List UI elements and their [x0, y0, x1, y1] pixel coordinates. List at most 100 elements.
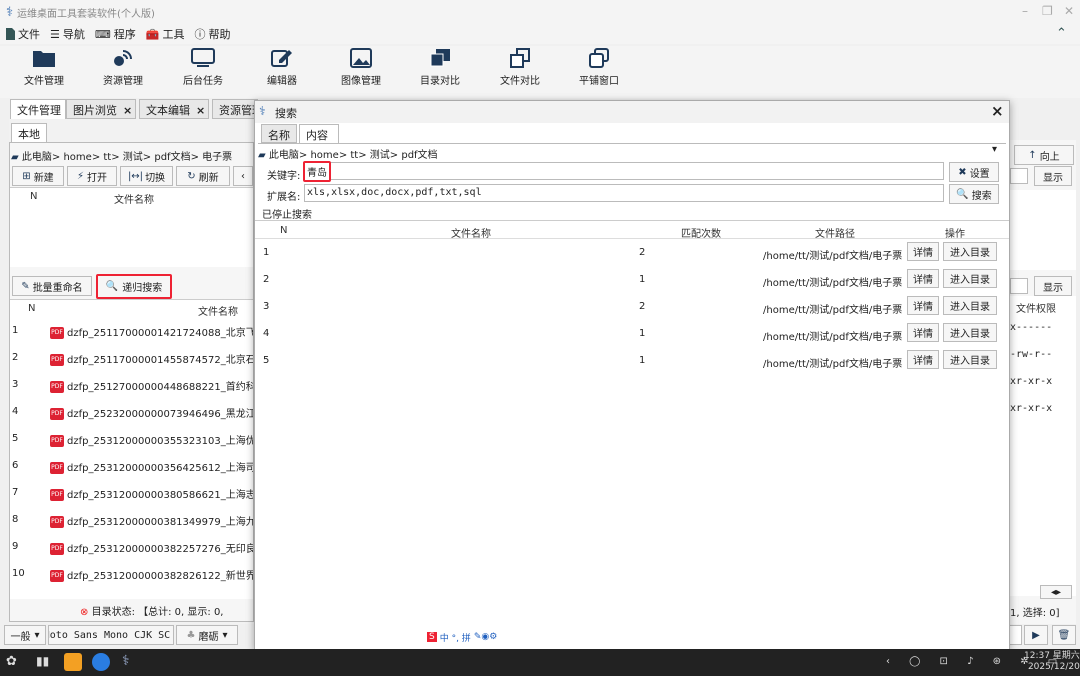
- toolbar-background-tasks[interactable]: 后台任务: [168, 48, 238, 87]
- collapse-up-icon[interactable]: ⌃: [1056, 26, 1067, 41]
- multitask-icon[interactable]: ▮▮: [36, 654, 49, 668]
- trash-button[interactable]: 🗑: [1052, 625, 1076, 645]
- tab-close-icon[interactable]: ×: [196, 104, 205, 117]
- clock-time: 12:37 星期六: [1024, 651, 1080, 661]
- toolbar-editor[interactable]: 编辑器: [247, 48, 317, 87]
- tab-local[interactable]: 本地: [11, 123, 47, 142]
- toolbar-dir-compare[interactable]: 目录对比: [405, 48, 475, 87]
- show-button-2[interactable]: 显示: [1034, 276, 1072, 296]
- batch-rename-button[interactable]: ✎ 批量重命名: [12, 276, 92, 296]
- toolbar-image-manager[interactable]: 图像管理: [326, 48, 396, 87]
- menu-program[interactable]: ⌨ 程序: [95, 26, 136, 42]
- keyword-input[interactable]: 青岛: [303, 161, 944, 182]
- result-row[interactable]: 3PDFdzfp_25922000000074053394_青岛沐唐餐饮有限公司…: [255, 293, 1009, 320]
- path-input[interactable]: [1010, 168, 1028, 184]
- result-row[interactable]: 5PDFdzfp_25922000000070160894_青岛海悦东林物业管理…: [255, 347, 1009, 374]
- result-row[interactable]: 1PDFdzfp_25922000000074091998_青岛沐唐餐饮有限公司…: [255, 239, 1009, 266]
- permission-cell: x------: [1010, 322, 1053, 333]
- file-table: N 文件名称 1 PDFdzfp_25117000001421724088_北京飞…: [10, 299, 253, 599]
- launcher-icon[interactable]: ✿: [6, 654, 17, 669]
- detail-button[interactable]: 详情: [907, 269, 939, 288]
- enter-dir-button[interactable]: 进入目录: [943, 242, 997, 261]
- chevron-left-icon: ‹: [241, 170, 245, 182]
- result-row[interactable]: 4PDFdzfp_25927000000182087000_青岛肯德基有限公司_…: [255, 320, 1009, 347]
- toolbar-resource-manager[interactable]: 资源管理: [88, 48, 158, 87]
- table-row[interactable]: 5 PDFdzfp_25312000000355323103_上海优斐斯: [10, 425, 253, 452]
- switch-button[interactable]: |↔| 切换: [120, 166, 173, 186]
- ext-label: 扩展名:: [267, 192, 301, 203]
- result-row[interactable]: 2PDFdzfp_25924000000003985826_青岛市四方区小红叶快…: [255, 266, 1009, 293]
- ext-input[interactable]: xls,xlsx,doc,docx,pdf,txt,sql: [304, 184, 944, 202]
- table-row[interactable]: 4 PDFdzfp_25232000000073946496_黑龙江本初: [10, 398, 253, 425]
- clock-date: 2025/12/20: [1027, 662, 1080, 672]
- tab-image-browse[interactable]: 图片浏览 ×: [66, 99, 136, 119]
- dialog-title: 搜索: [275, 107, 297, 120]
- clock[interactable]: 12:37 星期六 2025/12/20: [1024, 651, 1080, 673]
- breadcrumb[interactable]: ▰ 此电脑> home> tt> 测试> pdf文档> 电子票: [11, 148, 232, 163]
- table-row[interactable]: 3 PDFdzfp_25127000000448688221_首约科技集: [10, 371, 253, 398]
- results-table: N 文件名称 匹配次数 文件路径 操作 1PDFdzfp_25922000000…: [255, 220, 1009, 640]
- new-button[interactable]: ⊞ 新建: [12, 166, 64, 186]
- table-row[interactable]: 2 PDFdzfp_25117000001455874572_北京石头世: [10, 344, 253, 371]
- enter-dir-button[interactable]: 进入目录: [943, 323, 997, 342]
- font-select[interactable]: Noto Sans Mono CJK SC▾: [48, 625, 174, 645]
- app-logo-icon[interactable]: ⚕: [122, 653, 130, 669]
- toolbar-file-manager[interactable]: 文件管理: [9, 48, 79, 87]
- restore-icon[interactable]: ❐: [1042, 4, 1053, 18]
- dir-status: ⊗ 目录状态: 【总计: 0, 显示: 0,: [80, 607, 224, 618]
- toolbar-file-compare[interactable]: 文件对比: [485, 48, 555, 87]
- table-row[interactable]: 1 PDFdzfp_25117000001421724088_北京飞翊智: [10, 317, 253, 344]
- recursive-search-button[interactable]: 🔍 递归搜索: [96, 274, 172, 299]
- up-button[interactable]: ↑ 向上: [1014, 145, 1074, 165]
- theme-select[interactable]: ♣ 磨砺 ▾: [176, 625, 238, 645]
- table-row[interactable]: 9 PDFdzfp_25312000000382257276_无印良品（: [10, 533, 253, 560]
- settings-button[interactable]: ✖ 设置: [949, 162, 999, 182]
- pdf-icon: PDF: [50, 543, 64, 555]
- tab-search-content[interactable]: 内容: [299, 124, 339, 143]
- search-button[interactable]: 🔍 搜索: [949, 184, 999, 204]
- toolbar-tile-windows[interactable]: 平铺窗口: [564, 48, 634, 87]
- dialog-close-icon[interactable]: ×: [991, 102, 1004, 120]
- table-row[interactable]: 7 PDFdzfp_25312000000380586621_上海志敏餐: [10, 479, 253, 506]
- minimize-icon[interactable]: –: [1022, 4, 1028, 18]
- pdf-icon: PDF: [50, 489, 64, 501]
- table-row[interactable]: 6 PDFdzfp_25312000000356425612_上海司快物: [10, 452, 253, 479]
- open-button[interactable]: ⚡ 打开: [67, 166, 117, 186]
- path-input-2[interactable]: [1010, 278, 1028, 294]
- scroll-arrows[interactable]: ◂ ▸: [1040, 585, 1072, 599]
- tab-close-icon[interactable]: ×: [123, 104, 132, 117]
- tab-file-manager[interactable]: 文件管理: [10, 99, 66, 119]
- top-file-list[interactable]: N 文件名称: [10, 187, 253, 267]
- theme-icon: ♣: [186, 629, 196, 641]
- tab-text-edit[interactable]: 文本编辑 ×: [139, 99, 209, 119]
- ime-bar[interactable]: S 中 °, 拼 ✎◉⚙: [427, 629, 531, 645]
- refresh-button[interactable]: ↻ 刷新: [176, 166, 230, 186]
- enter-dir-button[interactable]: 进入目录: [943, 296, 997, 315]
- table-row[interactable]: 10 PDFdzfp_25312000000382826122_新世界百货: [10, 560, 253, 587]
- chevron-down-icon: ▾: [172, 630, 173, 641]
- enter-dir-button[interactable]: 进入目录: [943, 350, 997, 369]
- show-button[interactable]: 显示: [1034, 166, 1072, 186]
- chevron-down-icon[interactable]: ▾: [992, 144, 997, 155]
- enter-dir-button[interactable]: 进入目录: [943, 269, 997, 288]
- detail-button[interactable]: 详情: [907, 350, 939, 369]
- menu-help[interactable]: ⓘ 帮助: [194, 26, 230, 42]
- menu-file[interactable]: 文件: [6, 26, 40, 42]
- tab-search-name[interactable]: 名称: [261, 124, 297, 143]
- detail-button[interactable]: 详情: [907, 323, 939, 342]
- files-app-icon[interactable]: [64, 653, 82, 671]
- title-bar: ⚕ 运维桌面工具套装软件(个人版) – ❐ ✕: [0, 0, 1080, 24]
- detail-button[interactable]: 详情: [907, 242, 939, 261]
- row-filename: PDFdzfp_25312000000381349979_上海九百集: [50, 516, 253, 528]
- detail-button[interactable]: 详情: [907, 296, 939, 315]
- play-button[interactable]: ▶: [1024, 625, 1048, 645]
- back-button[interactable]: ‹: [233, 166, 253, 186]
- mode-select[interactable]: 一般 ▾: [4, 625, 46, 645]
- close-window-icon[interactable]: ✕: [1064, 4, 1074, 18]
- browser-icon[interactable]: [92, 653, 110, 671]
- menu-navigate[interactable]: ☰ 导航: [50, 26, 85, 42]
- dialog-breadcrumb[interactable]: ▰ 此电脑> home> tt> 测试> pdf文档 ▾: [258, 143, 1006, 161]
- table-row[interactable]: 8 PDFdzfp_25312000000381349979_上海九百集: [10, 506, 253, 533]
- tab-resource-manager[interactable]: 资源管理: [212, 99, 258, 119]
- menu-tools[interactable]: 🧰 工具: [146, 26, 185, 42]
